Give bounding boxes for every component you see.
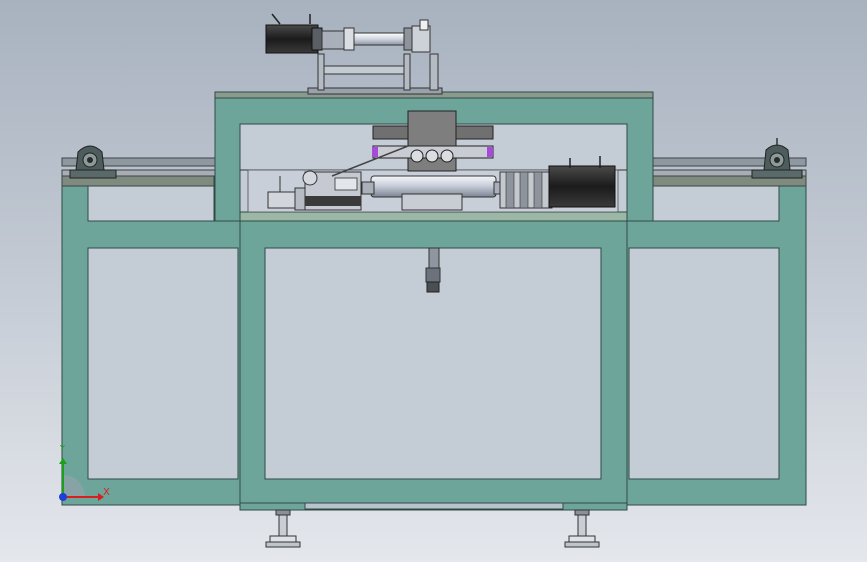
machine-front-view-drawing	[59, 13, 807, 548]
x-axis-label: X	[103, 487, 110, 498]
top-winch-assembly	[265, 13, 443, 95]
y-axis-label: Y	[60, 444, 65, 453]
leveling-foot-left	[265, 509, 301, 548]
cad-viewport[interactable]: X Y	[0, 0, 867, 562]
z-axis-dot	[59, 493, 67, 501]
leveling-foot-right	[564, 509, 600, 548]
